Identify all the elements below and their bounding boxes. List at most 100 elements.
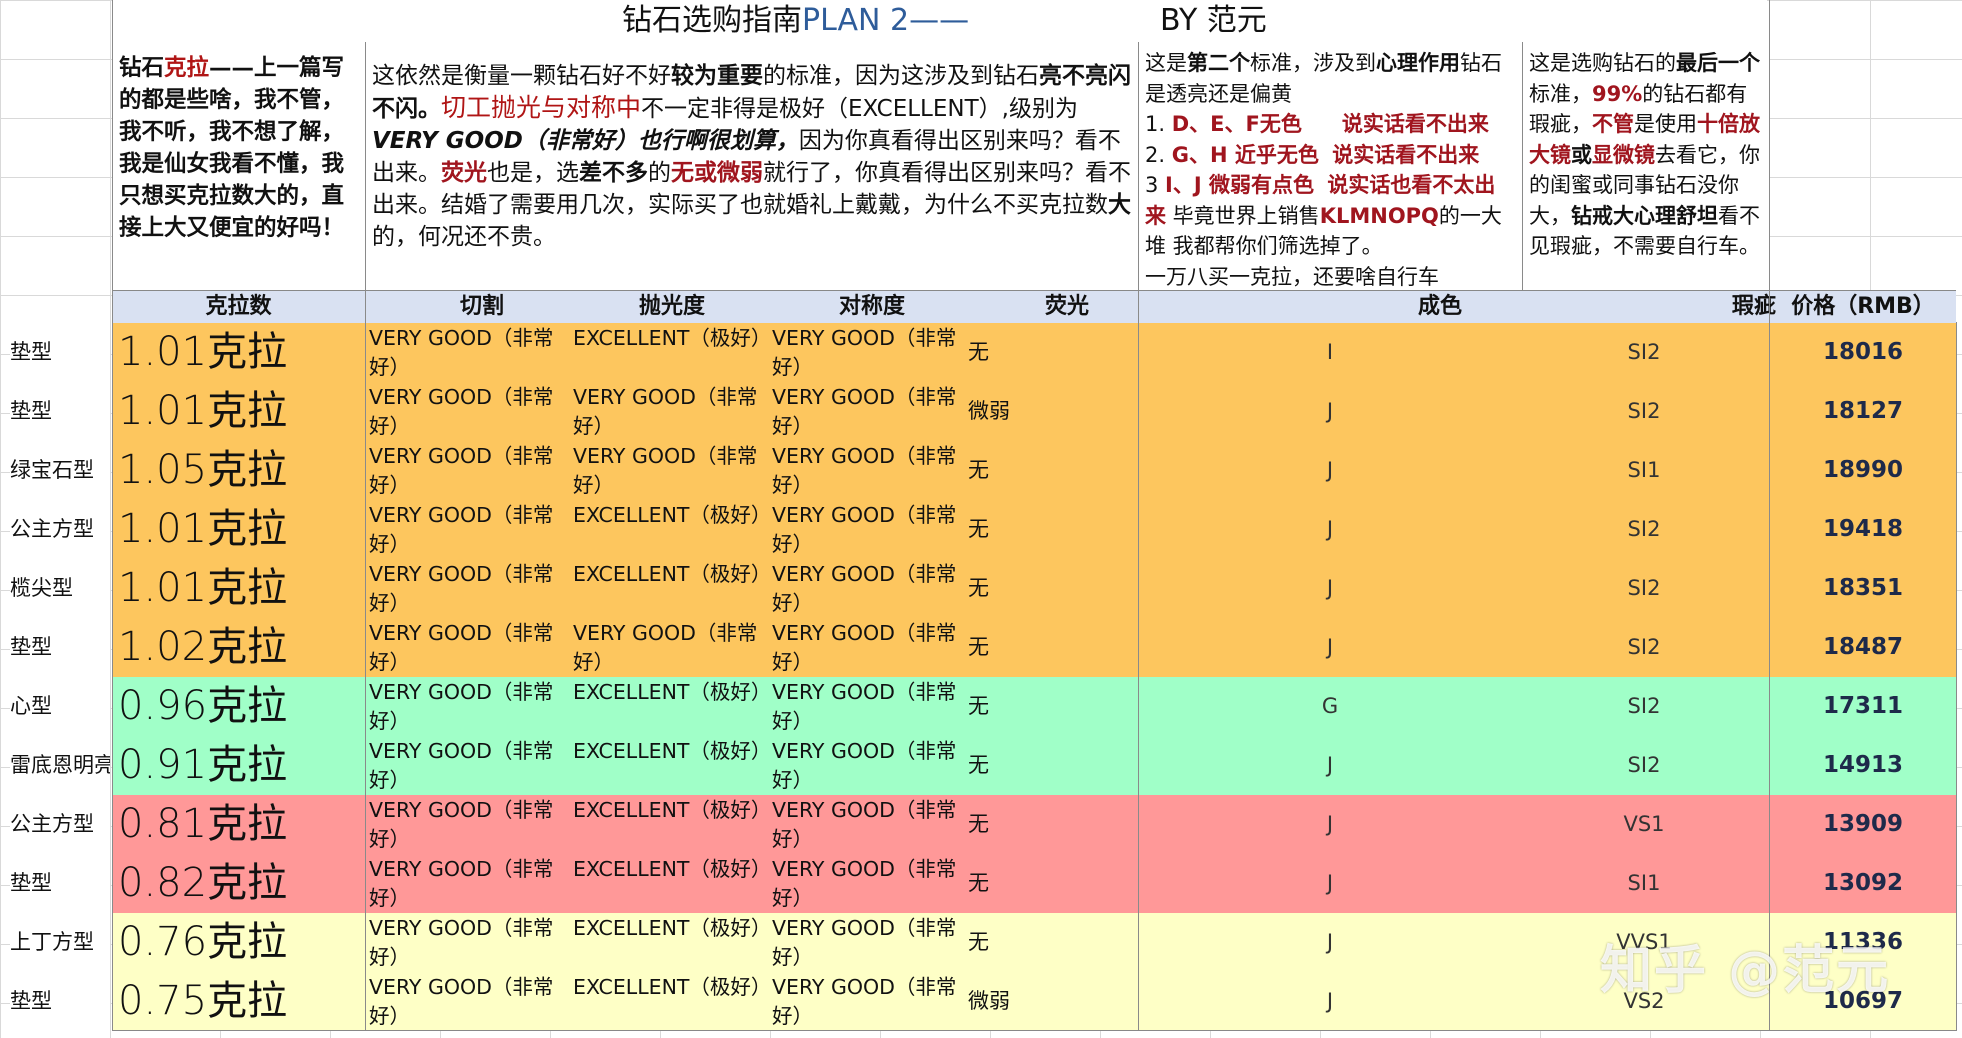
table-row[interactable]: 榄尖型 1.01克拉 VERY GOOD（非常好） EXCELLENT（极好） VERY…	[0, 559, 1962, 618]
cell-fluorescence[interactable]: 无	[968, 854, 989, 913]
cell-carat[interactable]: 1.01克拉	[118, 559, 287, 618]
cell-cut[interactable]: VERY GOOD（非常好）	[369, 737, 569, 795]
cell-carat[interactable]: 1.05克拉	[118, 441, 287, 500]
cell-cut[interactable]: VERY GOOD（非常好）	[369, 973, 569, 1031]
cell-polish[interactable]: VERY GOOD（非常好）	[573, 619, 768, 677]
cell-fluorescence[interactable]: 无	[968, 618, 989, 677]
cell-clarity[interactable]: SI2	[1594, 677, 1694, 736]
cell-color[interactable]: J	[1280, 795, 1380, 854]
cell-carat[interactable]: 0.91克拉	[118, 736, 287, 795]
cell-clarity[interactable]: SI2	[1594, 736, 1694, 795]
cell-color[interactable]: J	[1280, 972, 1380, 1031]
cell-shape[interactable]: 垫型	[10, 972, 110, 1031]
cell-shape[interactable]: 榄尖型	[10, 559, 110, 618]
cell-cut[interactable]: VERY GOOD（非常好）	[369, 383, 569, 441]
table-row[interactable]: 垫型 1.01克拉 VERY GOOD（非常好） EXCELLENT（极好） VERY …	[0, 323, 1962, 382]
cell-polish[interactable]: EXCELLENT（极好）	[573, 324, 768, 382]
cell-color[interactable]: J	[1280, 854, 1380, 913]
cell-price[interactable]: 18127	[1770, 382, 1956, 441]
cell-fluorescence[interactable]: 无	[968, 736, 989, 795]
cell-shape[interactable]: 公主方型	[10, 795, 110, 854]
cell-price[interactable]: 14913	[1770, 736, 1956, 795]
cell-cut[interactable]: VERY GOOD（非常好）	[369, 619, 569, 677]
cell-carat[interactable]: 1.01克拉	[118, 382, 287, 441]
cell-color[interactable]: I	[1280, 323, 1380, 382]
cell-clarity[interactable]: SI2	[1594, 382, 1694, 441]
cell-symmetry[interactable]: VERY GOOD（非常好）	[772, 914, 967, 972]
cell-fluorescence[interactable]: 无	[968, 677, 989, 736]
cell-cut[interactable]: VERY GOOD（非常好）	[369, 855, 569, 913]
cell-cut[interactable]: VERY GOOD（非常好）	[369, 324, 569, 382]
cell-clarity[interactable]: SI1	[1594, 854, 1694, 913]
cell-fluorescence[interactable]: 无	[968, 913, 989, 972]
cell-color[interactable]: J	[1280, 382, 1380, 441]
cell-symmetry[interactable]: VERY GOOD（非常好）	[772, 383, 967, 441]
cell-carat[interactable]: 0.82克拉	[118, 854, 287, 913]
table-row[interactable]: 公主方型 0.81克拉 VERY GOOD（非常好） EXCELLENT（极好） VER…	[0, 795, 1962, 854]
cell-color[interactable]: J	[1280, 441, 1380, 500]
cell-color[interactable]: J	[1280, 559, 1380, 618]
cell-price[interactable]: 17311	[1770, 677, 1956, 736]
cell-color[interactable]: J	[1280, 500, 1380, 559]
cell-carat[interactable]: 0.96克拉	[118, 677, 287, 736]
cell-cut[interactable]: VERY GOOD（非常好）	[369, 678, 569, 736]
cell-shape[interactable]: 上丁方型	[10, 913, 110, 972]
cell-carat[interactable]: 0.81克拉	[118, 795, 287, 854]
cell-shape[interactable]: 公主方型	[10, 500, 110, 559]
cell-cut[interactable]: VERY GOOD（非常好）	[369, 501, 569, 559]
cell-symmetry[interactable]: VERY GOOD（非常好）	[772, 855, 967, 913]
cell-color[interactable]: G	[1280, 677, 1380, 736]
cell-symmetry[interactable]: VERY GOOD（非常好）	[772, 737, 967, 795]
cell-carat[interactable]: 1.01克拉	[118, 323, 287, 382]
cell-shape[interactable]: 绿宝石型	[10, 441, 110, 500]
cell-polish[interactable]: VERY GOOD（非常好）	[573, 442, 768, 500]
cell-symmetry[interactable]: VERY GOOD（非常好）	[772, 619, 967, 677]
table-row[interactable]: 垫型 0.82克拉 VERY GOOD（非常好） EXCELLENT（极好） VERY …	[0, 854, 1962, 913]
cell-polish[interactable]: EXCELLENT（极好）	[573, 737, 768, 795]
cell-polish[interactable]: EXCELLENT（极好）	[573, 973, 768, 1031]
table-row[interactable]: 垫型 1.02克拉 VERY GOOD（非常好） VERY GOOD（非常好） VERY…	[0, 618, 1962, 677]
cell-price[interactable]: 18351	[1770, 559, 1956, 618]
cell-polish[interactable]: EXCELLENT（极好）	[573, 560, 768, 618]
table-row[interactable]: 心型 0.96克拉 VERY GOOD（非常好） EXCELLENT（极好） VERY …	[0, 677, 1962, 736]
cell-price[interactable]: 13909	[1770, 795, 1956, 854]
cell-shape[interactable]: 垫型	[10, 854, 110, 913]
cell-color[interactable]: J	[1280, 736, 1380, 795]
cell-polish[interactable]: EXCELLENT（极好）	[573, 855, 768, 913]
cell-polish[interactable]: EXCELLENT（极好）	[573, 914, 768, 972]
cell-polish[interactable]: EXCELLENT（极好）	[573, 501, 768, 559]
cell-shape[interactable]: 垫型	[10, 618, 110, 677]
cell-clarity[interactable]: SI2	[1594, 500, 1694, 559]
table-row[interactable]: 绿宝石型 1.05克拉 VERY GOOD（非常好） VERY GOOD（非常好） VE…	[0, 441, 1962, 500]
cell-carat[interactable]: 0.75克拉	[118, 972, 287, 1031]
table-row[interactable]: 雷底恩明亮 0.91克拉 VERY GOOD（非常好） EXCELLENT（极好） VE…	[0, 736, 1962, 795]
cell-symmetry[interactable]: VERY GOOD（非常好）	[772, 324, 967, 382]
cell-fluorescence[interactable]: 无	[968, 323, 989, 382]
cell-clarity[interactable]: VS1	[1594, 795, 1694, 854]
cell-symmetry[interactable]: VERY GOOD（非常好）	[772, 796, 967, 854]
table-row[interactable]: 垫型 1.01克拉 VERY GOOD（非常好） VERY GOOD（非常好） VERY…	[0, 382, 1962, 441]
cell-polish[interactable]: EXCELLENT（极好）	[573, 678, 768, 736]
cell-price[interactable]: 13092	[1770, 854, 1956, 913]
cell-symmetry[interactable]: VERY GOOD（非常好）	[772, 501, 967, 559]
cell-clarity[interactable]: SI2	[1594, 559, 1694, 618]
cell-fluorescence[interactable]: 微弱	[968, 972, 1010, 1031]
cell-shape[interactable]: 心型	[10, 677, 110, 736]
cell-clarity[interactable]: SI2	[1594, 323, 1694, 382]
cell-price[interactable]: 18487	[1770, 618, 1956, 677]
cell-fluorescence[interactable]: 微弱	[968, 382, 1010, 441]
cell-cut[interactable]: VERY GOOD（非常好）	[369, 560, 569, 618]
cell-symmetry[interactable]: VERY GOOD（非常好）	[772, 678, 967, 736]
cell-carat[interactable]: 1.02克拉	[118, 618, 287, 677]
cell-color[interactable]: J	[1280, 913, 1380, 972]
cell-clarity[interactable]: SI2	[1594, 618, 1694, 677]
cell-price[interactable]: 18990	[1770, 441, 1956, 500]
cell-cut[interactable]: VERY GOOD（非常好）	[369, 914, 569, 972]
cell-fluorescence[interactable]: 无	[968, 500, 989, 559]
cell-fluorescence[interactable]: 无	[968, 559, 989, 618]
cell-symmetry[interactable]: VERY GOOD（非常好）	[772, 973, 967, 1031]
cell-shape[interactable]: 垫型	[10, 382, 110, 441]
cell-carat[interactable]: 0.76克拉	[118, 913, 287, 972]
cell-shape[interactable]: 雷底恩明亮	[10, 736, 110, 795]
cell-symmetry[interactable]: VERY GOOD（非常好）	[772, 442, 967, 500]
